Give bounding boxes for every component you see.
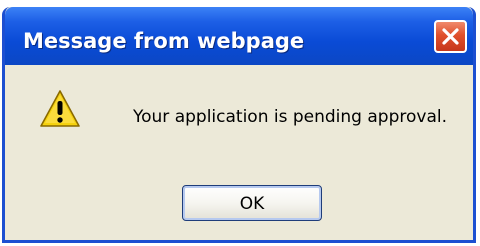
message-dialog: Message from webpage Your application is… bbox=[2, 7, 476, 243]
dialog-body: Your application is pending approval. OK bbox=[5, 65, 473, 240]
close-button[interactable] bbox=[434, 20, 467, 53]
warning-icon bbox=[40, 90, 80, 127]
close-icon bbox=[442, 28, 459, 45]
ok-button[interactable]: OK bbox=[182, 185, 322, 221]
dialog-message: Your application is pending approval. bbox=[133, 107, 447, 127]
dialog-title: Message from webpage bbox=[23, 29, 305, 53]
title-bar[interactable]: Message from webpage bbox=[5, 7, 473, 65]
